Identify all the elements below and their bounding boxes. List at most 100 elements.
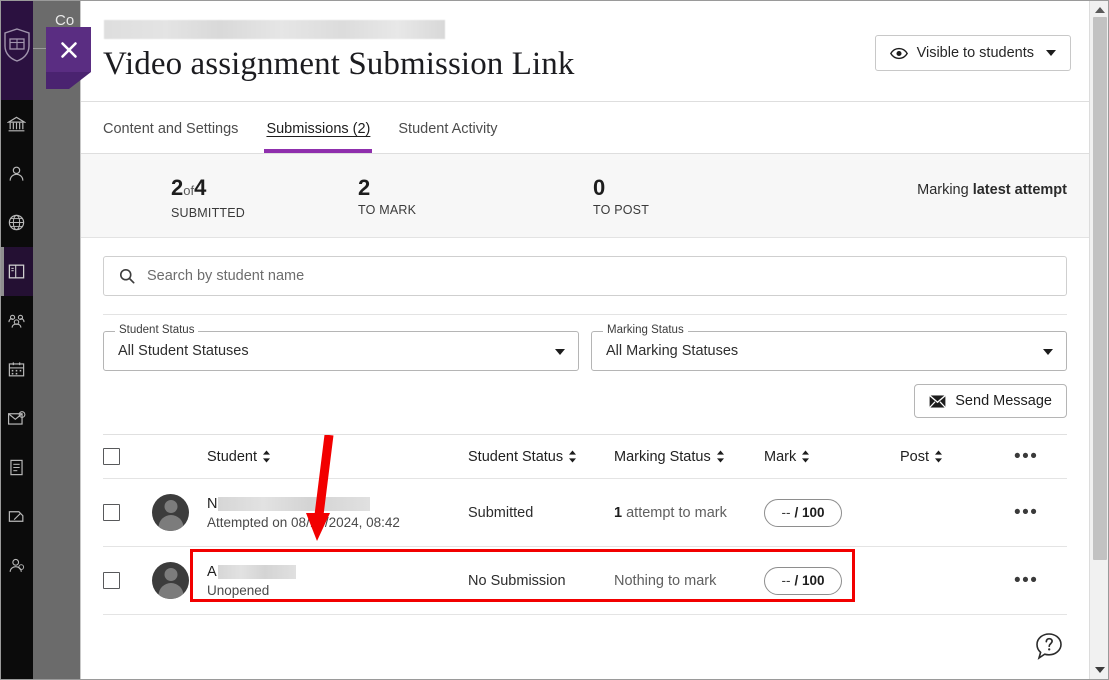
groups-icon: [7, 311, 26, 330]
search-input[interactable]: [147, 268, 1066, 284]
search-section: [81, 238, 1089, 296]
submissions-table: Student Student Status Marking Status: [81, 435, 1089, 615]
sidebar-item-marks[interactable]: [0, 443, 33, 492]
close-panel-button[interactable]: [46, 27, 91, 72]
mark-input-pill[interactable]: -- / 100: [764, 567, 842, 595]
envelope-icon: [929, 395, 946, 408]
sort-icon: [568, 450, 577, 463]
row-mark-cell[interactable]: -- / 100: [764, 499, 900, 527]
window-scrollbar[interactable]: [1089, 0, 1109, 680]
table-row[interactable]: N Attempted on 08/10/2024, 08:42 Submitt…: [103, 479, 1067, 547]
send-message-row: Send Message: [81, 371, 1089, 418]
sidebar-item-institution[interactable]: [0, 100, 33, 149]
sidebar-item-messages[interactable]: [0, 394, 33, 443]
student-name-initial: A: [207, 564, 217, 580]
row-student-status: No Submission: [468, 572, 614, 590]
stat-to-mark-value: 2: [358, 176, 416, 199]
select-all-checkbox[interactable]: [103, 448, 120, 465]
visibility-label: Visible to students: [917, 45, 1034, 61]
student-name: A: [207, 564, 468, 580]
student-status-value: Submitted: [468, 505, 533, 521]
row-student-cell[interactable]: N Attempted on 08/10/2024, 08:42: [207, 496, 468, 530]
mark-value: --: [781, 573, 790, 588]
student-name-redaction: [218, 497, 370, 511]
tools-icon: [7, 507, 26, 526]
page-title: Video assignment Submission Link: [103, 44, 574, 84]
table-header-row: Student Student Status Marking Status: [103, 435, 1067, 479]
tab-student-activity[interactable]: Student Activity: [398, 121, 497, 153]
sidebar-item-activity-stream[interactable]: [0, 198, 33, 247]
row-select-cell: [103, 504, 152, 521]
row-select-cell: [103, 572, 152, 589]
sidebar-item-organisations[interactable]: [0, 296, 33, 345]
ellipsis-icon[interactable]: •••: [1014, 508, 1038, 518]
student-status-legend: Student Status: [115, 324, 198, 336]
global-nav-rail[interactable]: [0, 100, 33, 680]
mark-total: / 100: [794, 505, 824, 520]
student-status-select[interactable]: Student Status All Student Statuses: [103, 331, 579, 371]
row-checkbox[interactable]: [103, 572, 120, 589]
student-attempt-label: Unopened: [207, 583, 468, 598]
help-button[interactable]: [1035, 632, 1063, 660]
column-header-student-status[interactable]: Student Status: [468, 448, 614, 466]
default-avatar-icon: [152, 562, 189, 599]
default-avatar-icon: [152, 494, 189, 531]
student-attempt-label: Attempted on 08/10/2024, 08:42: [207, 515, 468, 530]
sidebar-item-tools[interactable]: [0, 492, 33, 541]
visibility-dropdown-button[interactable]: Visible to students: [875, 35, 1071, 71]
ellipsis-icon[interactable]: •••: [1014, 452, 1038, 462]
column-header-marking-status[interactable]: Marking Status: [614, 448, 764, 466]
row-overflow-cell[interactable]: •••: [1000, 508, 1067, 518]
filters-row: Student Status All Student Statuses Mark…: [81, 315, 1089, 371]
marking-status-value: All Marking Statuses: [606, 343, 738, 359]
marking-status-legend: Marking Status: [603, 324, 688, 336]
row-checkbox[interactable]: [103, 504, 120, 521]
sidebar-item-signout[interactable]: [0, 541, 33, 590]
person-icon: [7, 164, 26, 183]
column-header-overflow[interactable]: •••: [1000, 452, 1067, 462]
tab-content-and-settings[interactable]: Content and Settings: [103, 121, 238, 153]
marking-mode-label: Marking latest attempt: [917, 180, 1067, 201]
dimmed-backdrop: [33, 0, 80, 680]
marking-status-select[interactable]: Marking Status All Marking Statuses: [591, 331, 1067, 371]
scroll-down-arrow-icon[interactable]: [1095, 667, 1105, 673]
calendar-icon: [7, 360, 26, 379]
table-row[interactable]: A Unopened No Submission Nothing to mark…: [103, 547, 1067, 615]
institution-icon: [7, 115, 26, 134]
marking-status-value: 1 attempt to mark: [614, 505, 727, 521]
sidebar-item-calendar[interactable]: [0, 345, 33, 394]
row-marking-status: 1 attempt to mark: [614, 504, 764, 522]
row-mark-cell[interactable]: -- / 100: [764, 567, 900, 595]
column-header-mark[interactable]: Mark: [764, 448, 900, 466]
row-overflow-cell[interactable]: •••: [1000, 576, 1067, 586]
ellipsis-icon[interactable]: •••: [1014, 576, 1038, 586]
scroll-up-arrow-icon[interactable]: [1095, 7, 1105, 13]
row-student-cell[interactable]: A Unopened: [207, 564, 468, 598]
sidebar-item-profile[interactable]: [0, 149, 33, 198]
row-avatar-cell: [152, 562, 207, 599]
send-message-button[interactable]: Send Message: [914, 384, 1067, 418]
sidebar-item-courses[interactable]: [0, 247, 33, 296]
chevron-down-icon: [1043, 349, 1053, 355]
panel-tabs[interactable]: Content and Settings Submissions (2) Stu…: [81, 102, 1089, 154]
student-name: N: [207, 496, 468, 512]
student-name-redaction: [218, 565, 296, 579]
search-box[interactable]: [103, 256, 1067, 296]
institution-brand-rail: [0, 0, 33, 100]
column-header-post-label: Post: [900, 449, 929, 465]
university-shield-logo: [3, 28, 31, 62]
signout-icon: [7, 556, 26, 575]
row-avatar-cell: [152, 494, 207, 531]
tab-submissions[interactable]: Submissions (2): [266, 121, 370, 153]
select-all-cell: [103, 448, 152, 465]
mark-input-pill[interactable]: -- / 100: [764, 499, 842, 527]
grades-icon: [7, 458, 26, 477]
lms-left-chrome: Co: [0, 0, 80, 680]
sort-icon: [716, 450, 725, 463]
student-name-initial: N: [207, 496, 217, 512]
help-question-bubble-icon: [1035, 632, 1063, 660]
stat-submitted-value: 2of4: [171, 176, 245, 202]
column-header-student[interactable]: Student: [207, 448, 468, 466]
scrollbar-thumb[interactable]: [1093, 17, 1107, 560]
column-header-post[interactable]: Post: [900, 448, 1000, 466]
